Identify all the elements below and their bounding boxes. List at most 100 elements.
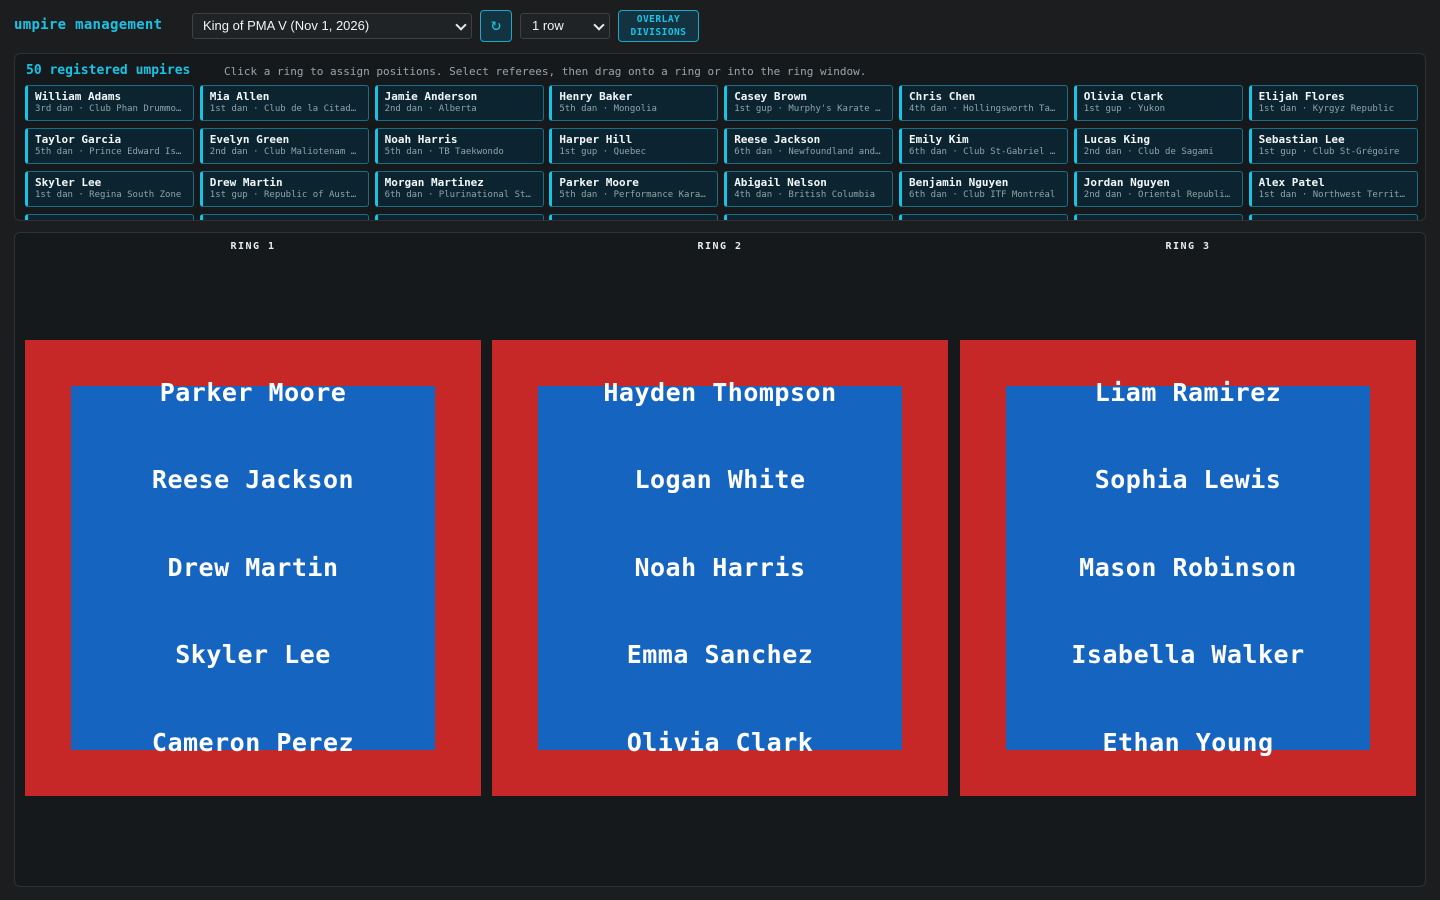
umpire-list-panel[interactable]: 50 registered umpires Click a ring to as… bbox=[14, 53, 1426, 221]
umpire-card[interactable]: Emily Kim6th dan · Club St-Gabriel de Br… bbox=[898, 128, 1068, 164]
umpire-card[interactable]: Drew Martin 1st gup · Republic of Austria bbox=[199, 171, 369, 207]
ring-2[interactable]: RING 2 Hayden Thompson Logan White Noah Har… bbox=[492, 233, 948, 883]
ring-position-slot[interactable]: Mason Robinson bbox=[960, 548, 1416, 588]
umpire-rank-club: 1st gup · Club St-Grégoire bbox=[1258, 147, 1400, 157]
umpire-rank-club: 1st dan · Northwest Territories bbox=[1258, 190, 1417, 200]
umpire-rank-club: 1st dan · Club de la Citadelle bbox=[209, 104, 368, 114]
umpire-card[interactable]: Noah Harris 5th dan · TB Taekwondo bbox=[374, 128, 544, 164]
refresh-button[interactable]: ↻ bbox=[480, 10, 512, 42]
umpire-card[interactable]: Jordan Nguyen 2nd dan · Oriental Republic… bbox=[1073, 171, 1243, 207]
umpire-card[interactable] bbox=[374, 214, 544, 220]
umpire-name: Harper Hill bbox=[559, 133, 633, 146]
umpire-card[interactable]: Casey Brown 1st gup · Murphy's Karate Aca… bbox=[724, 85, 894, 121]
umpire-card[interactable]: Alex Patel 1st dan · Northwest Territorie… bbox=[1248, 171, 1418, 207]
umpire-rank-club: 2nd dan · Club Maliotenam Taekwondo bbox=[209, 147, 368, 157]
event-select-value: King of PMA V (Nov 1, 2026) bbox=[203, 18, 370, 33]
ring-position-slot[interactable]: Emma Sanchez bbox=[492, 635, 948, 675]
app-title: umpire management bbox=[14, 17, 163, 33]
umpire-name: Morgan Martinez bbox=[384, 176, 484, 189]
umpire-name: Jordan Nguyen bbox=[1083, 176, 1170, 189]
umpire-rank-club: 6th dan · Newfoundland and Labrador bbox=[734, 147, 892, 157]
umpire-card[interactable]: Mia Allen 1st dan · Club de la Citadelle bbox=[199, 85, 369, 121]
umpire-name: Evelyn Green bbox=[209, 133, 290, 146]
umpire-rank-club: 4th dan · British Columbia bbox=[734, 190, 876, 200]
ring-position-slot[interactable]: Olivia Clark bbox=[492, 723, 948, 763]
umpire-name: Chris Chen bbox=[908, 90, 976, 103]
overlay-label-line2: DIVISIONS bbox=[630, 27, 687, 38]
umpire-card[interactable] bbox=[199, 214, 369, 220]
umpire-card[interactable]: Sebastian Lee 1st gup · Club St-Grégoire bbox=[1248, 128, 1418, 164]
ring-position-slot[interactable]: Drew Martin bbox=[25, 548, 481, 588]
umpire-card[interactable]: William Adams 3rd dan · Club Phan Drummon… bbox=[25, 85, 194, 121]
umpire-card[interactable]: Benjamin Nguyen 6th dan · Club ITF Montré… bbox=[898, 171, 1068, 207]
ring-position-slot[interactable]: Isabella Walker bbox=[960, 635, 1416, 675]
umpire-rank-club: 5th dan · Performance Karate bbox=[559, 190, 712, 200]
umpire-name: Drew Martin bbox=[209, 176, 283, 189]
umpire-name: William Adams bbox=[35, 90, 122, 103]
ring-position-slot[interactable]: Reese Jackson bbox=[25, 460, 481, 500]
ring-label: RING 3 bbox=[1165, 241, 1211, 252]
umpire-card[interactable]: Evelyn Green 2nd dan · Club Maliotenam Ta… bbox=[199, 128, 369, 164]
top-bar: umpire management King of PMA V (Nov 1, … bbox=[0, 0, 1440, 52]
umpire-card[interactable] bbox=[549, 214, 719, 220]
umpire-rank-club: 1st gup · Republic of Austria bbox=[209, 190, 367, 200]
ring-position-slot[interactable]: Cameron Perez bbox=[25, 723, 481, 763]
umpire-name: Sebastian Lee bbox=[1258, 133, 1345, 146]
ring-window[interactable]: RING 1 Parker Moore Reese Jackson Drew Mart… bbox=[14, 232, 1426, 887]
umpire-card[interactable]: Parker Moore 5th dan · Performance Karate bbox=[549, 171, 719, 207]
umpire-card[interactable]: Henry Baker 5th dan · Mongolia bbox=[549, 85, 719, 121]
umpire-name: Noah Harris bbox=[384, 133, 458, 146]
umpire-name: Elijah Flores bbox=[1258, 90, 1345, 103]
umpire-card[interactable]: Reese Jackson 6th dan · Newfoundland and … bbox=[724, 128, 894, 164]
ring-position-slot[interactable]: Sophia Lewis bbox=[960, 460, 1416, 500]
umpire-card[interactable] bbox=[1073, 214, 1243, 220]
umpire-rank-club: 1st gup · Murphy's Karate Academy bbox=[734, 104, 892, 114]
ring-mat-outer[interactable]: Liam Ramirez Sophia Lewis Mason Robinson Is… bbox=[960, 340, 1416, 796]
ring-1[interactable]: RING 1 Parker Moore Reese Jackson Drew Mart… bbox=[25, 233, 481, 883]
ring-mat-outer[interactable]: Parker Moore Reese Jackson Drew Martin Skyl… bbox=[25, 340, 481, 796]
umpire-card[interactable] bbox=[724, 214, 894, 220]
umpire-rank-club: 2nd dan · Club de Sagami bbox=[1083, 147, 1214, 157]
umpire-card[interactable]: Olivia Clark 1st gup · Yukon bbox=[1073, 85, 1243, 121]
rows-select[interactable]: 1 row bbox=[520, 13, 610, 39]
umpire-card[interactable]: Skyler Lee 1st dan · Regina South Zone bbox=[25, 171, 194, 207]
umpire-rank-club: 6th dan · Club ITF Montréal bbox=[908, 190, 1056, 200]
umpire-card[interactable]: Morgan Martinez 6th dan · Plurinational S… bbox=[374, 171, 544, 207]
ring-position-slot[interactable]: Noah Harris bbox=[492, 548, 948, 588]
rows-select-value: 1 row bbox=[532, 18, 564, 33]
ring-position-slot[interactable]: Ethan Young bbox=[960, 723, 1416, 763]
umpire-rank-club: 5th dan · TB Taekwondo bbox=[384, 147, 504, 157]
umpire-card[interactable]: Chris Chen4th dan · Hollingsworth Taekwo… bbox=[898, 85, 1068, 121]
umpire-card[interactable]: Taylor Garcia 5th dan · Prince Edward Isl… bbox=[25, 128, 194, 164]
umpire-card[interactable] bbox=[1248, 214, 1418, 220]
ring-mat-outer[interactable]: Hayden Thompson Logan White Noah Harris Emm… bbox=[492, 340, 948, 796]
ring-position-slot[interactable]: Parker Moore bbox=[25, 373, 481, 413]
umpire-card[interactable] bbox=[25, 214, 194, 220]
ring-label: RING 2 bbox=[697, 241, 743, 252]
umpire-card[interactable]: Lucas King 2nd dan · Club de Sagami bbox=[1073, 128, 1243, 164]
umpire-card[interactable]: Jamie Anderson 2nd dan · Alberta bbox=[374, 85, 544, 121]
umpire-name: Parker Moore bbox=[559, 176, 639, 189]
umpire-rank-club: 3rd dan · Club Phan Drummond bbox=[35, 104, 187, 114]
ring-position-slot[interactable]: Skyler Lee bbox=[25, 635, 481, 675]
umpire-rank-club: 2nd dan · Alberta bbox=[384, 104, 477, 114]
ring-position-slot[interactable]: Hayden Thompson bbox=[492, 373, 948, 413]
umpire-rank-club: 1st dan · Regina South Zone bbox=[35, 190, 182, 200]
umpire-rank-club: 6th dan · Club St-Gabriel de Brandon bbox=[908, 147, 1067, 157]
umpire-rank-club: 5th dan · Mongolia bbox=[559, 104, 657, 114]
umpire-name: Abigail Nelson bbox=[734, 176, 827, 189]
event-select[interactable]: King of PMA V (Nov 1, 2026) bbox=[192, 13, 472, 39]
ring-position-slot[interactable]: Liam Ramirez bbox=[960, 373, 1416, 413]
umpire-grid: William Adams 3rd dan · Club Phan Drummon… bbox=[25, 85, 1418, 220]
umpire-card[interactable]: Abigail Nelson 4th dan · British Columbia bbox=[724, 171, 894, 207]
overlay-divisions-button[interactable]: OVERLAY DIVISIONS bbox=[618, 10, 699, 42]
ring-3[interactable]: RING 3 Liam Ramirez Sophia Lewis Mason Robi… bbox=[960, 233, 1416, 883]
umpire-rank-club: 5th dan · Prince Edward Island bbox=[35, 147, 193, 157]
umpire-card[interactable] bbox=[898, 214, 1068, 220]
umpire-name: Taylor Garcia bbox=[35, 133, 122, 146]
umpire-name: Jamie Anderson bbox=[384, 90, 478, 103]
umpire-card[interactable]: Elijah Flores 1st dan · Kyrgyz Republic bbox=[1248, 85, 1418, 121]
ring-position-slot[interactable]: Logan White bbox=[492, 460, 948, 500]
umpire-card[interactable]: Harper Hill 1st gup · Quebec bbox=[549, 128, 719, 164]
umpire-name: Skyler Lee bbox=[35, 176, 102, 189]
